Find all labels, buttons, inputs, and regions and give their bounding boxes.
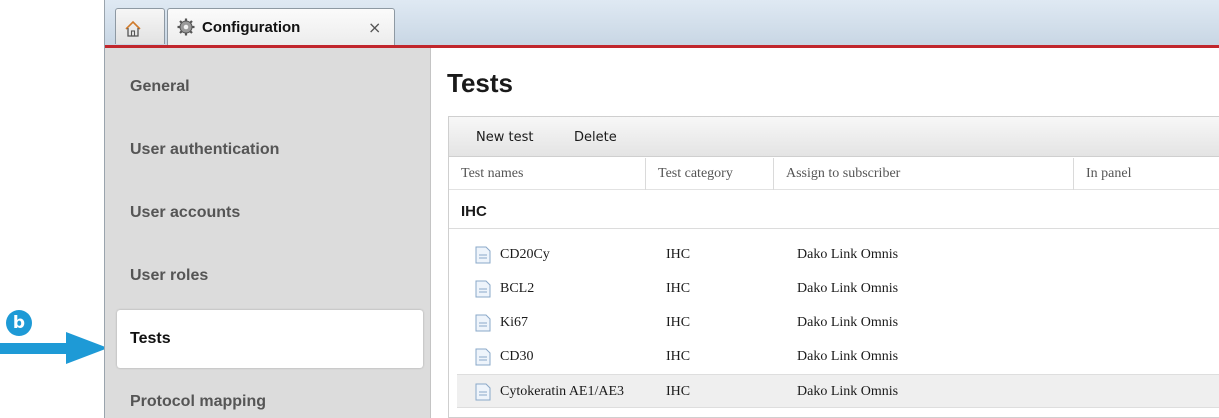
delete-button[interactable]: Delete [574, 130, 617, 145]
test-name: BCL2 [500, 281, 535, 296]
tab-home[interactable] [115, 8, 165, 44]
gear-icon [177, 18, 195, 36]
sidebar-item-label: User accounts [130, 204, 241, 221]
sidebar-item-user-roles[interactable]: User roles [117, 247, 423, 305]
toolbar: New test Delete [449, 117, 1219, 157]
test-subscriber: Dako Link Omnis [797, 281, 899, 296]
sidebar-item-protocol-mapping[interactable]: Protocol mapping [117, 373, 423, 418]
main-content: Tests New test Delete Test names Test ca… [432, 48, 1219, 418]
test-name: Ki67 [500, 315, 528, 330]
tab-bar: Configuration × [105, 0, 1219, 46]
test-subscriber: Dako Link Omnis [797, 315, 899, 330]
callout-arrow-icon [0, 332, 108, 364]
sidebar-item-user-authentication[interactable]: User authentication [117, 121, 423, 179]
sidebar-item-label: General [130, 78, 190, 95]
column-headers: Test names Test category Assign to subsc… [449, 158, 1219, 190]
test-subscriber: Dako Link Omnis [797, 247, 899, 262]
sidebar-item-label: Protocol mapping [130, 393, 266, 410]
sidebar-item-label: User authentication [130, 141, 280, 158]
page-title: Tests [447, 68, 513, 98]
sidebar-item-label: User roles [130, 267, 209, 284]
table-row-selected[interactable]: Cytokeratin AE1/AE3 IHC Dako Link Omnis [457, 374, 1219, 408]
sidebar-item-tests[interactable]: Tests [117, 310, 423, 368]
test-document-icon [475, 280, 491, 298]
column-header-test-category[interactable]: Test category [645, 158, 773, 190]
tab-configuration[interactable]: Configuration × [167, 8, 395, 46]
test-subscriber: Dako Link Omnis [797, 349, 899, 364]
test-name: CD20Cy [500, 247, 550, 262]
test-category: IHC [666, 384, 691, 399]
sidebar-item-user-accounts[interactable]: User accounts [117, 184, 423, 242]
test-category: IHC [666, 247, 691, 262]
sidebar: General User authentication User account… [105, 48, 431, 418]
home-icon [125, 20, 141, 37]
test-document-icon [475, 246, 491, 264]
test-category: IHC [666, 315, 691, 330]
table-row[interactable]: CD20Cy IHC Dako Link Omnis [457, 238, 1219, 272]
new-test-button[interactable]: New test [476, 130, 533, 145]
test-subscriber: Dako Link Omnis [797, 384, 899, 399]
test-category: IHC [666, 349, 691, 364]
test-name: Cytokeratin AE1/AE3 [500, 384, 625, 399]
tab-label: Configuration [202, 19, 301, 36]
tests-panel: New test Delete Test names Test category… [448, 116, 1219, 418]
test-document-icon [475, 314, 491, 332]
table-row[interactable]: Ki67 IHC Dako Link Omnis [457, 306, 1219, 340]
sidebar-item-general[interactable]: General [117, 58, 423, 116]
column-header-in-panel[interactable]: In panel [1073, 158, 1219, 190]
test-name: CD30 [500, 349, 534, 364]
test-document-icon [475, 383, 491, 401]
close-icon[interactable]: × [368, 18, 381, 37]
test-document-icon [475, 348, 491, 366]
column-header-test-names[interactable]: Test names [449, 158, 645, 190]
table-row[interactable]: BCL2 IHC Dako Link Omnis [457, 272, 1219, 306]
group-divider [449, 228, 1219, 229]
group-header: IHC [461, 203, 487, 220]
test-category: IHC [666, 281, 691, 296]
sidebar-item-label: Tests [130, 330, 171, 347]
app-window: Configuration × General User authenticat… [104, 0, 1219, 418]
table-row[interactable]: CD30 IHC Dako Link Omnis [457, 340, 1219, 374]
column-header-assign-to-subscriber[interactable]: Assign to subscriber [773, 158, 1073, 190]
